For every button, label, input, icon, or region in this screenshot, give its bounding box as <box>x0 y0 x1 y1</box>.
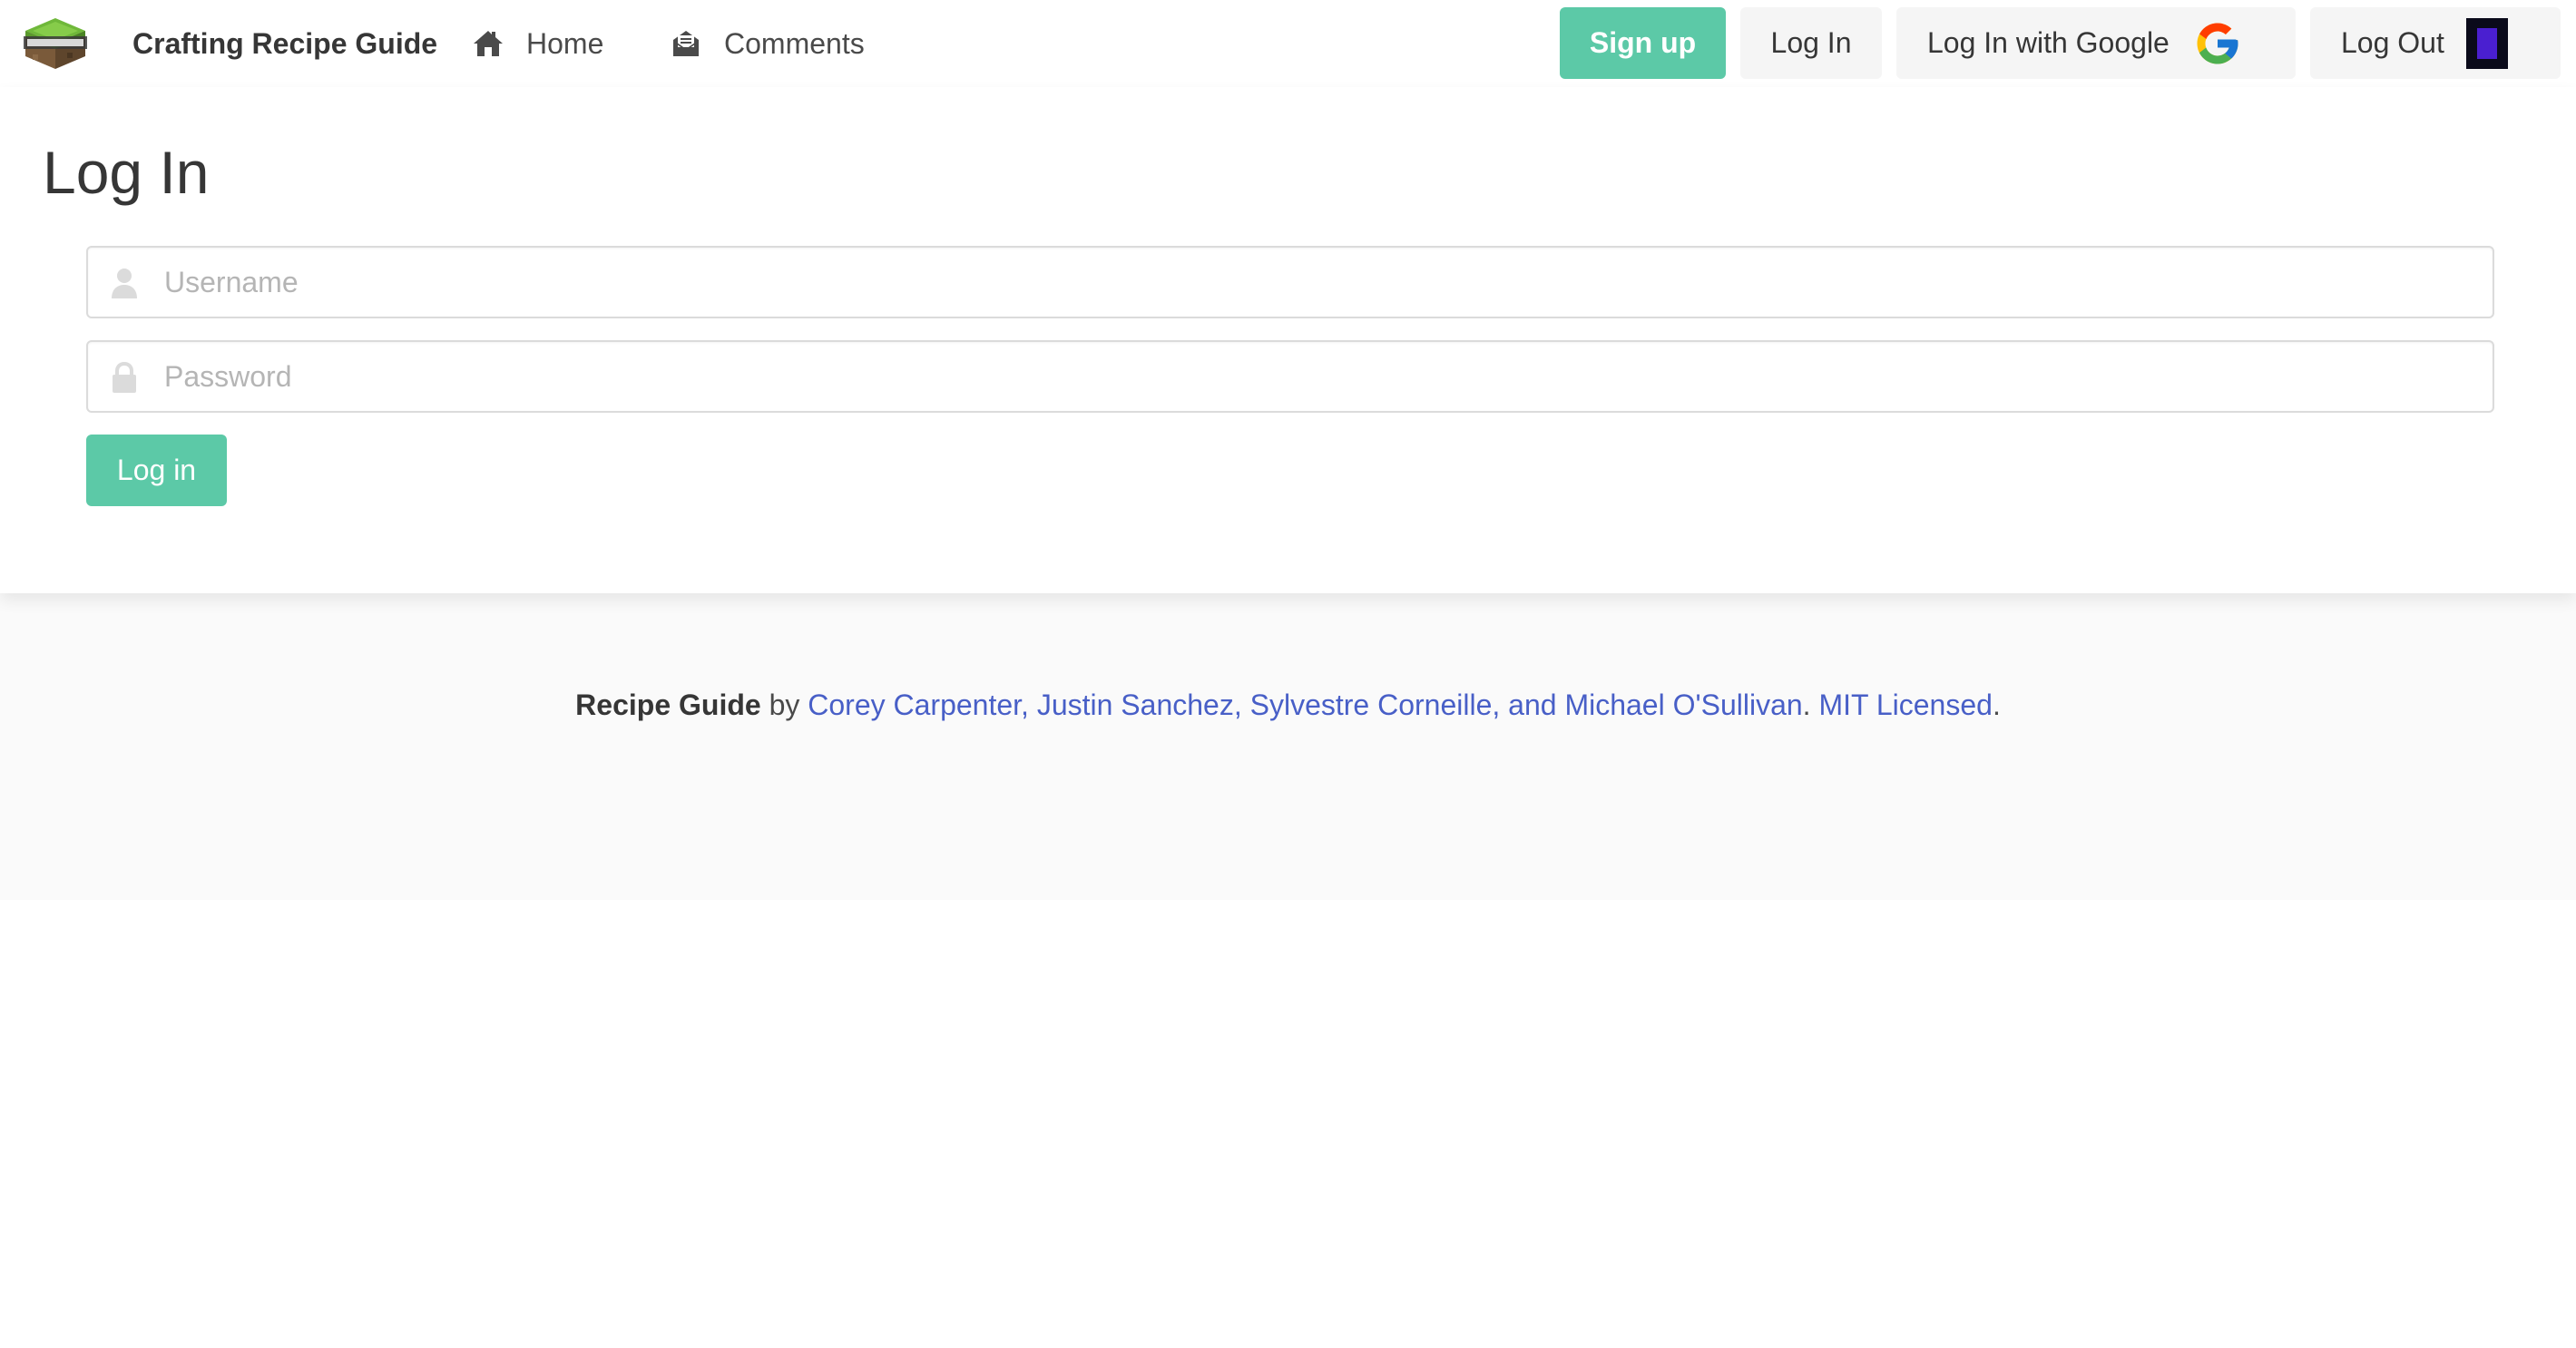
brand-title[interactable]: Crafting Recipe Guide <box>132 25 437 62</box>
lock-icon <box>110 361 139 393</box>
nav-home-link[interactable]: Home <box>472 25 603 62</box>
username-input[interactable] <box>161 248 2465 317</box>
logout-button[interactable]: Log Out <box>2310 7 2561 79</box>
nav-comments-label: Comments <box>724 27 865 60</box>
username-field[interactable] <box>86 246 2494 318</box>
google-login-button[interactable]: Log In with Google <box>1896 7 2296 79</box>
footer-by: by <box>760 689 808 721</box>
login-button[interactable]: Log In <box>1740 7 1882 79</box>
envelope-open-icon <box>670 27 702 60</box>
google-icon <box>2193 19 2242 68</box>
login-section: Log In Log in <box>0 87 2576 593</box>
footer: Recipe Guide by Corey Carpenter, Justin … <box>0 593 2576 900</box>
footer-app-name: Recipe Guide <box>575 689 761 721</box>
footer-license-link[interactable]: MIT Licensed <box>1818 689 1993 721</box>
navbar: Crafting Recipe Guide Home Comments Sign… <box>0 0 2576 87</box>
nav-comments-link[interactable]: Comments <box>670 25 865 62</box>
page-title: Log In <box>43 139 210 206</box>
google-login-label: Log In with Google <box>1927 26 2170 59</box>
footer-end: . <box>1992 689 2001 721</box>
footer-authors-link[interactable]: Corey Carpenter, Justin Sanchez, Sylvest… <box>808 689 1802 721</box>
password-input[interactable] <box>161 342 2465 411</box>
footer-credits: Recipe Guide by Corey Carpenter, Justin … <box>0 687 2576 723</box>
footer-separator: . <box>1802 689 1819 721</box>
nav-home-label: Home <box>526 27 604 60</box>
home-icon <box>472 27 504 60</box>
user-icon <box>110 268 139 298</box>
user-avatar-icon <box>2465 17 2508 69</box>
minecraft-logo-icon[interactable] <box>22 16 89 71</box>
signup-button[interactable]: Sign up <box>1560 7 1726 79</box>
login-submit-button[interactable]: Log in <box>86 435 227 506</box>
logout-label: Log Out <box>2341 26 2444 59</box>
password-field[interactable] <box>86 340 2494 413</box>
